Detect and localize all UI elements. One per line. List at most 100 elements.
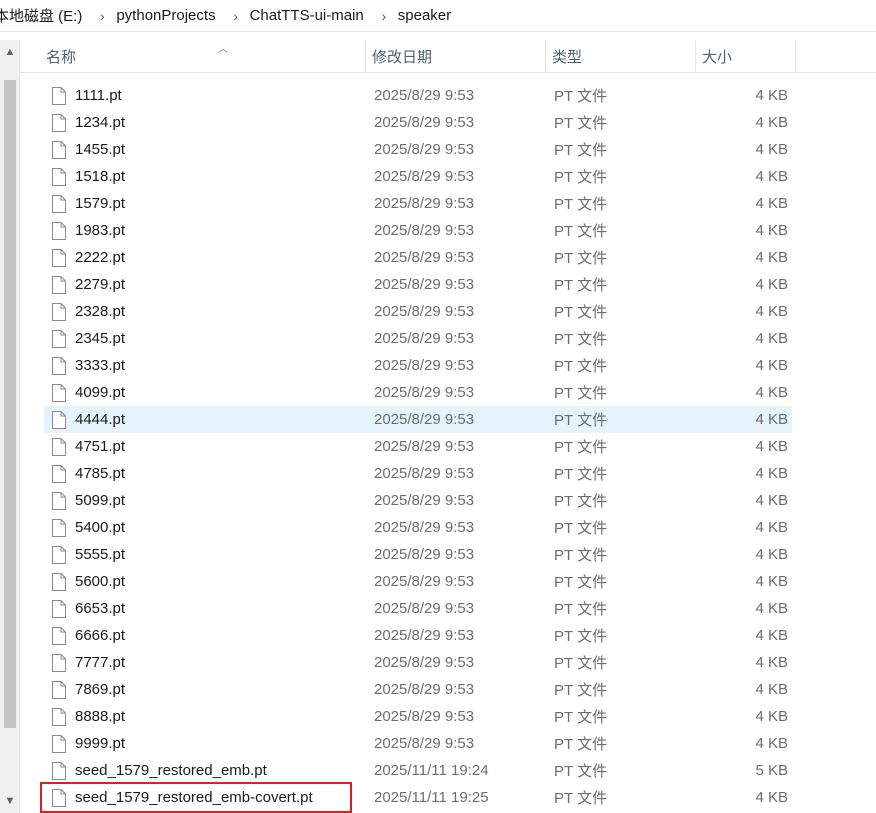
breadcrumb-speaker[interactable]: speaker [394,7,461,24]
sort-ascending-icon: ︿ [218,44,228,55]
file-date: 2025/8/29 9:53 [374,573,475,590]
file-date: 2025/8/29 9:53 [374,357,475,374]
file-type: PT 文件 [554,196,608,213]
file-row[interactable]: 6666.pt 2025/8/29 9:53 PT 文件 4 KB [44,622,792,649]
file-type: PT 文件 [554,493,608,510]
file-icon [52,514,70,541]
file-date: 2025/8/29 9:53 [374,600,475,617]
file-icon [52,190,70,217]
file-row[interactable]: 5400.pt 2025/8/29 9:53 PT 文件 4 KB [44,514,792,541]
file-row[interactable]: 7869.pt 2025/8/29 9:53 PT 文件 4 KB [44,676,792,703]
file-row[interactable]: 6653.pt 2025/8/29 9:53 PT 文件 4 KB [44,595,792,622]
file-date: 2025/8/29 9:53 [374,168,475,185]
file-type: PT 文件 [554,709,608,726]
file-size: 4 KB [755,303,788,320]
file-icon [52,784,70,811]
file-name: 5555.pt [75,546,126,563]
file-date: 2025/8/29 9:53 [374,276,475,293]
file-row[interactable]: 2328.pt 2025/8/29 9:53 PT 文件 4 KB [44,298,792,325]
file-size: 4 KB [755,519,788,536]
chevron-right-icon[interactable]: › [226,8,246,24]
file-name: 4785.pt [75,465,126,482]
file-type: PT 文件 [554,466,608,483]
file-row[interactable]: 1111.pt 2025/8/29 9:53 PT 文件 4 KB [44,82,792,109]
file-type: PT 文件 [554,601,608,618]
column-header-name[interactable]: ︿ 名称 [40,40,366,73]
file-row[interactable]: 4751.pt 2025/8/29 9:53 PT 文件 4 KB [44,433,792,460]
file-row[interactable]: 8888.pt 2025/8/29 9:53 PT 文件 4 KB [44,703,792,730]
file-row[interactable]: 5099.pt 2025/8/29 9:53 PT 文件 4 KB [44,487,792,514]
file-type: PT 文件 [554,385,608,402]
file-icon [52,109,70,136]
file-date: 2025/8/29 9:53 [374,222,475,239]
file-icon [52,541,70,568]
file-row[interactable]: 1983.pt 2025/8/29 9:53 PT 文件 4 KB [44,217,792,244]
file-row[interactable]: 2345.pt 2025/8/29 9:53 PT 文件 4 KB [44,325,792,352]
file-type: PT 文件 [554,115,608,132]
file-name: 7869.pt [75,681,126,698]
file-size: 4 KB [755,357,788,374]
file-icon [52,298,70,325]
file-size: 4 KB [755,330,788,347]
file-date: 2025/8/29 9:53 [374,438,475,455]
file-date: 2025/8/29 9:53 [374,627,475,644]
file-row[interactable]: 1579.pt 2025/8/29 9:53 PT 文件 4 KB [44,190,792,217]
column-header-type[interactable]: 类型 [546,40,696,73]
file-row[interactable]: 1234.pt 2025/8/29 9:53 PT 文件 4 KB [44,109,792,136]
file-row[interactable]: 4785.pt 2025/8/29 9:53 PT 文件 4 KB [44,460,792,487]
file-size: 5 KB [755,762,788,779]
breadcrumb-chattts-ui-main[interactable]: ChatTTS-ui-main [246,7,374,24]
file-icon [52,433,70,460]
file-row[interactable]: 1518.pt 2025/8/29 9:53 PT 文件 4 KB [44,163,792,190]
file-date: 2025/8/29 9:53 [374,546,475,563]
file-type: PT 文件 [554,88,608,105]
file-date: 2025/8/29 9:53 [374,411,475,428]
file-row[interactable]: 7777.pt 2025/8/29 9:53 PT 文件 4 KB [44,649,792,676]
file-icon [52,136,70,163]
file-name: 5600.pt [75,573,126,590]
file-row[interactable]: 1455.pt 2025/8/29 9:53 PT 文件 4 KB [44,136,792,163]
file-row[interactable]: 4099.pt 2025/8/29 9:53 PT 文件 4 KB [44,379,792,406]
chevron-right-icon[interactable]: › [374,8,394,24]
file-size: 4 KB [755,168,788,185]
file-size: 4 KB [755,600,788,617]
file-date: 2025/8/29 9:53 [374,114,475,131]
file-icon [52,676,70,703]
file-row[interactable]: 5600.pt 2025/8/29 9:53 PT 文件 4 KB [44,568,792,595]
file-icon [52,271,70,298]
address-bar[interactable]: 本地磁盘 (E:) › pythonProjects › ChatTTS-ui-… [0,0,876,32]
file-type: PT 文件 [554,736,608,753]
file-row[interactable]: 2222.pt 2025/8/29 9:53 PT 文件 4 KB [44,244,792,271]
file-size: 4 KB [755,87,788,104]
file-size: 4 KB [755,735,788,752]
file-icon [52,163,70,190]
file-icon [52,244,70,271]
column-header-date[interactable]: 修改日期 [366,40,546,73]
file-row[interactable]: 4444.pt 2025/8/29 9:53 PT 文件 4 KB [44,406,792,433]
file-type: PT 文件 [554,142,608,159]
file-icon [52,649,70,676]
breadcrumb-drive[interactable]: 本地磁盘 (E:) [0,5,92,26]
file-list: 1111.pt 2025/8/29 9:53 PT 文件 4 KB 1234.pt 202… [0,73,876,813]
file-date: 2025/8/29 9:53 [374,141,475,158]
file-row[interactable]: seed_1579_restored_emb-covert.pt 2025/11/… [44,784,792,811]
file-row[interactable]: 3333.pt 2025/8/29 9:53 PT 文件 4 KB [44,352,792,379]
file-size: 4 KB [755,573,788,590]
breadcrumb-pythonprojects[interactable]: pythonProjects [112,7,225,24]
file-size: 4 KB [755,195,788,212]
file-row[interactable]: 9999.pt 2025/8/29 9:53 PT 文件 4 KB [44,730,792,757]
file-name: 4751.pt [75,438,126,455]
file-date: 2025/8/29 9:53 [374,249,475,266]
file-date: 2025/8/29 9:53 [374,519,475,536]
file-type: PT 文件 [554,547,608,564]
scroll-up-arrow-icon[interactable]: ▲ [0,42,20,62]
file-row[interactable]: seed_1579_restored_emb.pt 2025/11/11 19:2… [44,757,792,784]
column-header-size[interactable]: 大小 [696,40,796,73]
file-type: PT 文件 [554,412,608,429]
column-header: ︿ 名称 修改日期 类型 大小 [20,40,876,73]
file-name: 4099.pt [75,384,126,401]
chevron-right-icon[interactable]: › [92,8,112,24]
file-icon [52,217,70,244]
file-row[interactable]: 5555.pt 2025/8/29 9:53 PT 文件 4 KB [44,541,792,568]
file-row[interactable]: 2279.pt 2025/8/29 9:53 PT 文件 4 KB [44,271,792,298]
